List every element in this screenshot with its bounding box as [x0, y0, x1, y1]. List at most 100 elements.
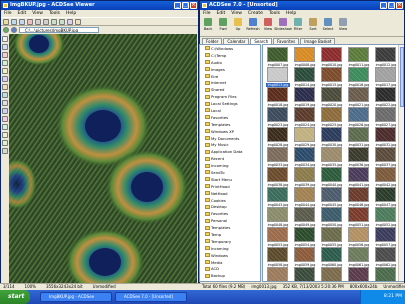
folder-tree-item[interactable]: Audio [200, 59, 260, 66]
menu-create[interactable]: Create [248, 10, 263, 17]
thumbnail-item[interactable]: img0028.jpg [266, 127, 290, 147]
start-button[interactable]: start [0, 290, 30, 304]
thumbnail-item[interactable]: img0063.jpg [266, 267, 290, 281]
thumbnail-item[interactable]: img0021.jpg [347, 87, 371, 107]
image-view[interactable] [9, 34, 197, 283]
thumbnail-item[interactable]: img0023.jpg [266, 107, 290, 127]
rotate-left-icon[interactable] [35, 18, 41, 25]
folder-tree-item[interactable]: Temporary [200, 238, 260, 245]
thumbnail-item[interactable]: img0045.jpg [320, 187, 344, 207]
exposure-tool-icon[interactable] [2, 132, 8, 138]
thumbnail-item[interactable]: img0057.jpg [374, 227, 398, 247]
thumbnail-item[interactable]: img0058.jpg [266, 247, 290, 267]
thumbnail-item[interactable]: img0011.jpg [347, 47, 371, 67]
folder-tree-item[interactable]: C:\Temp [200, 52, 260, 59]
thumbnail-item[interactable]: img0016.jpg [347, 67, 371, 87]
thumbnail-item[interactable]: img0065.jpg [320, 267, 344, 281]
menu-file[interactable]: File [4, 10, 12, 17]
maximize-button[interactable]: □ [388, 2, 395, 9]
folder-up-icon[interactable] [11, 27, 17, 33]
folder-tree-item[interactable]: Images [200, 66, 260, 73]
sort-button[interactable]: Sort [307, 18, 319, 31]
thumbnail-item[interactable]: img0031.jpg [347, 127, 371, 147]
maximize-button[interactable]: □ [182, 2, 189, 9]
thumbnail-item[interactable]: img0027.jpg [374, 107, 398, 127]
resize-tool-icon[interactable] [2, 116, 8, 122]
folder-tree-item[interactable]: Recent [200, 155, 260, 162]
thumbnail-item[interactable]: img0025.jpg [320, 107, 344, 127]
thumbnail-item[interactable]: img0019.jpg [293, 87, 317, 107]
thumbnail-item[interactable]: img0020.jpg [320, 87, 344, 107]
folder-tree-item[interactable]: My Documents [200, 135, 260, 142]
thumbnail-item[interactable]: img0026.jpg [347, 107, 371, 127]
rotate-right-icon[interactable] [43, 18, 49, 25]
viewer-titlebar[interactable]: ImgBKUP.jpg - ACDSee Viewer _ □ × [1, 1, 198, 10]
forward-icon[interactable] [19, 18, 25, 25]
thumbnail-item[interactable]: img0064.jpg [293, 267, 317, 281]
thumbnail-item[interactable]: img0043.jpg [266, 187, 290, 207]
thumbnail-item[interactable]: img0017.jpg [374, 67, 398, 87]
hand-tool-icon[interactable] [2, 60, 8, 66]
thumbnail-item[interactable]: img0052.jpg [374, 207, 398, 227]
folder-tree-item[interactable]: PrintHood [200, 183, 260, 190]
forward-button[interactable]: Fwd [217, 18, 229, 31]
info-tool-icon[interactable] [2, 148, 8, 154]
slideshow-button[interactable]: Slideshow [274, 18, 292, 31]
menu-tools[interactable]: Tools [49, 10, 60, 17]
menu-help[interactable]: Help [66, 10, 76, 17]
refresh-button[interactable]: Refresh [246, 18, 260, 31]
thumbnail-item[interactable]: img0053.jpg [266, 227, 290, 247]
thumbnail-item[interactable]: img0012.jpg [374, 47, 398, 67]
folder-tree-item[interactable]: NetHood [200, 190, 260, 197]
folder-tree-item[interactable]: C:\Windows [200, 45, 260, 52]
browse-icon[interactable] [3, 18, 9, 25]
thumbnail-item[interactable]: img0018.jpg [266, 87, 290, 107]
folder-tree-item[interactable]: Cookies [200, 279, 260, 281]
go-icon[interactable] [3, 27, 9, 33]
blur-tool-icon[interactable] [2, 108, 8, 114]
folder-tree-item[interactable]: Windows [200, 252, 260, 259]
thumbnail-item[interactable]: img0048.jpg [266, 207, 290, 227]
folder-tree-item[interactable]: Favorites [200, 114, 260, 121]
thumbnail-item[interactable]: img0013.jpg [266, 67, 290, 87]
properties-tool-icon[interactable] [2, 140, 8, 146]
folder-tree-item[interactable]: Personal [200, 217, 260, 224]
folder-tree-item[interactable]: Local Settings [200, 100, 260, 107]
thumbnail-item[interactable]: img0056.jpg [347, 227, 371, 247]
thumbnail-item[interactable]: img0039.jpg [293, 167, 317, 187]
fullscreen-icon[interactable] [67, 18, 73, 25]
thumbnail-item[interactable]: img0041.jpg [347, 167, 371, 187]
thumbnail-item[interactable]: img0032.jpg [374, 127, 398, 147]
folder-tree-item[interactable]: Desktop [200, 203, 260, 210]
folder-tree-item[interactable]: Windows XP [200, 128, 260, 135]
view-button[interactable]: View [262, 18, 274, 31]
thumbnail-item[interactable]: img0014.jpg [293, 67, 317, 87]
delete-icon[interactable] [27, 18, 33, 25]
thumbnail-item[interactable]: img0047.jpg [374, 187, 398, 207]
thumbnail-item[interactable]: img0044.jpg [293, 187, 317, 207]
up-button[interactable]: Up [232, 18, 244, 31]
text-tool-icon[interactable] [2, 76, 8, 82]
thumbnail-item[interactable]: img0010.jpg [320, 47, 344, 67]
folder-tree-item[interactable]: Program Files [200, 93, 260, 100]
thumbnail-item[interactable]: img0038.jpg [266, 167, 290, 187]
thumbnail-item[interactable]: img0022.jpg [374, 87, 398, 107]
thumbnail-item[interactable]: img0037.jpg [374, 147, 398, 167]
zoom-tool-icon[interactable] [2, 68, 8, 74]
effects-tool-icon[interactable] [2, 124, 8, 130]
folder-tree-item[interactable]: Application Data [200, 148, 260, 155]
thumbnail-item[interactable]: img0029.jpg [293, 127, 317, 147]
crop-tool-icon[interactable] [2, 52, 8, 58]
close-button[interactable]: × [396, 2, 403, 9]
taskbar-item-viewer[interactable]: ImgBKUP.jpg - ACDSee [40, 292, 112, 302]
folder-tree-item[interactable]: Incoming [200, 162, 260, 169]
select-tool-icon[interactable] [2, 44, 8, 50]
folder-tree-item[interactable]: Templates [200, 121, 260, 128]
folder-tree-item[interactable]: Internet [200, 79, 260, 86]
thumbnail-item[interactable]: img0051.jpg [347, 207, 371, 227]
edit-icon[interactable] [75, 18, 81, 25]
thumbnail-item[interactable]: img0036.jpg [347, 147, 371, 167]
thumbnail-item[interactable]: img0067.jpg [374, 267, 398, 281]
thumbnail-grid[interactable]: img0007.jpg img0008.jpg img0010.jpg img0011… [262, 44, 404, 282]
folder-tree-item[interactable]: Media [200, 259, 260, 266]
